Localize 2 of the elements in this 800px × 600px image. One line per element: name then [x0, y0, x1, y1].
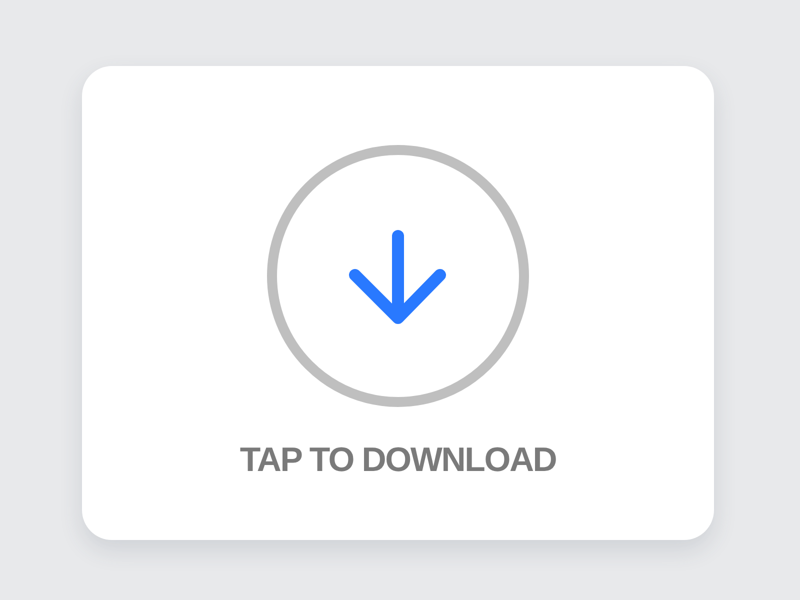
download-label: TAP TO DOWNLOAD — [240, 440, 556, 480]
download-icon[interactable] — [267, 145, 529, 407]
